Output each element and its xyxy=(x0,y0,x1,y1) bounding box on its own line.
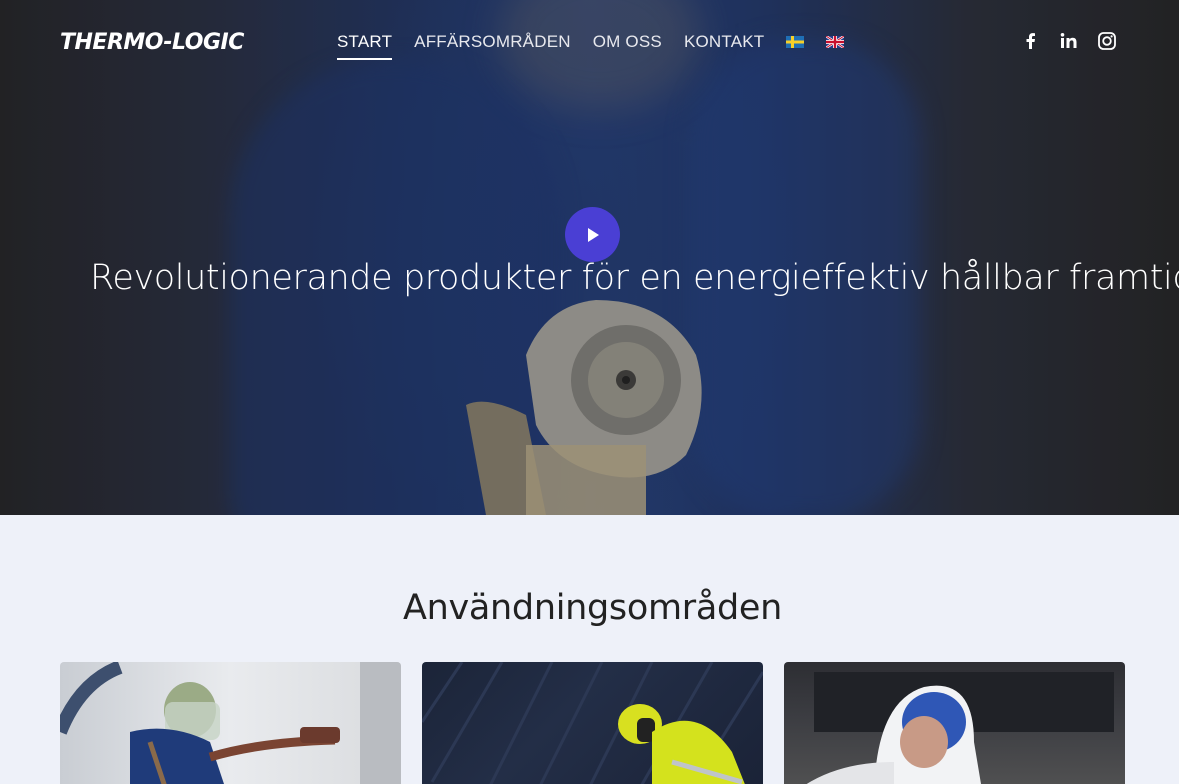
section-title: Användningsområden xyxy=(402,588,783,628)
card-roof-worker[interactable] xyxy=(422,662,763,784)
nav-om-oss[interactable]: OM OSS xyxy=(593,32,662,60)
play-video-button[interactable] xyxy=(565,207,620,262)
top-navigation: THERMO-LOGIC START AFFÄRSOMRÅDEN OM OSS … xyxy=(0,0,1179,85)
spray-insulation-image xyxy=(60,662,401,784)
nav-kontakt[interactable]: KONTAKT xyxy=(684,32,764,60)
roof-worker-image xyxy=(422,662,763,784)
instagram-icon[interactable] xyxy=(1097,31,1117,51)
protective-suit-image xyxy=(806,672,1114,784)
uk-flag-icon[interactable] xyxy=(826,36,845,48)
hero: THERMO-LOGIC START AFFÄRSOMRÅDEN OM OSS … xyxy=(0,0,1179,515)
linkedin-icon[interactable] xyxy=(1059,31,1079,51)
card-protective-suit[interactable] xyxy=(784,662,1125,784)
spray-gun-image xyxy=(466,300,702,515)
card-spray-insulation[interactable] xyxy=(60,662,401,784)
swedish-flag-icon[interactable] xyxy=(786,36,805,48)
play-icon xyxy=(587,227,599,242)
nav-start[interactable]: START xyxy=(337,32,393,60)
thermo-logic-logo[interactable]: THERMO-LOGIC xyxy=(60,30,244,55)
hero-headline: Revolutionerande produkter för en energi… xyxy=(90,258,1179,298)
facebook-icon[interactable] xyxy=(1021,31,1041,51)
nav-affarsomraden[interactable]: AFFÄRSOMRÅDEN xyxy=(414,32,571,60)
main-nav: START AFFÄRSOMRÅDEN OM OSS KONTAKT xyxy=(337,32,845,60)
social-links xyxy=(1021,31,1117,51)
